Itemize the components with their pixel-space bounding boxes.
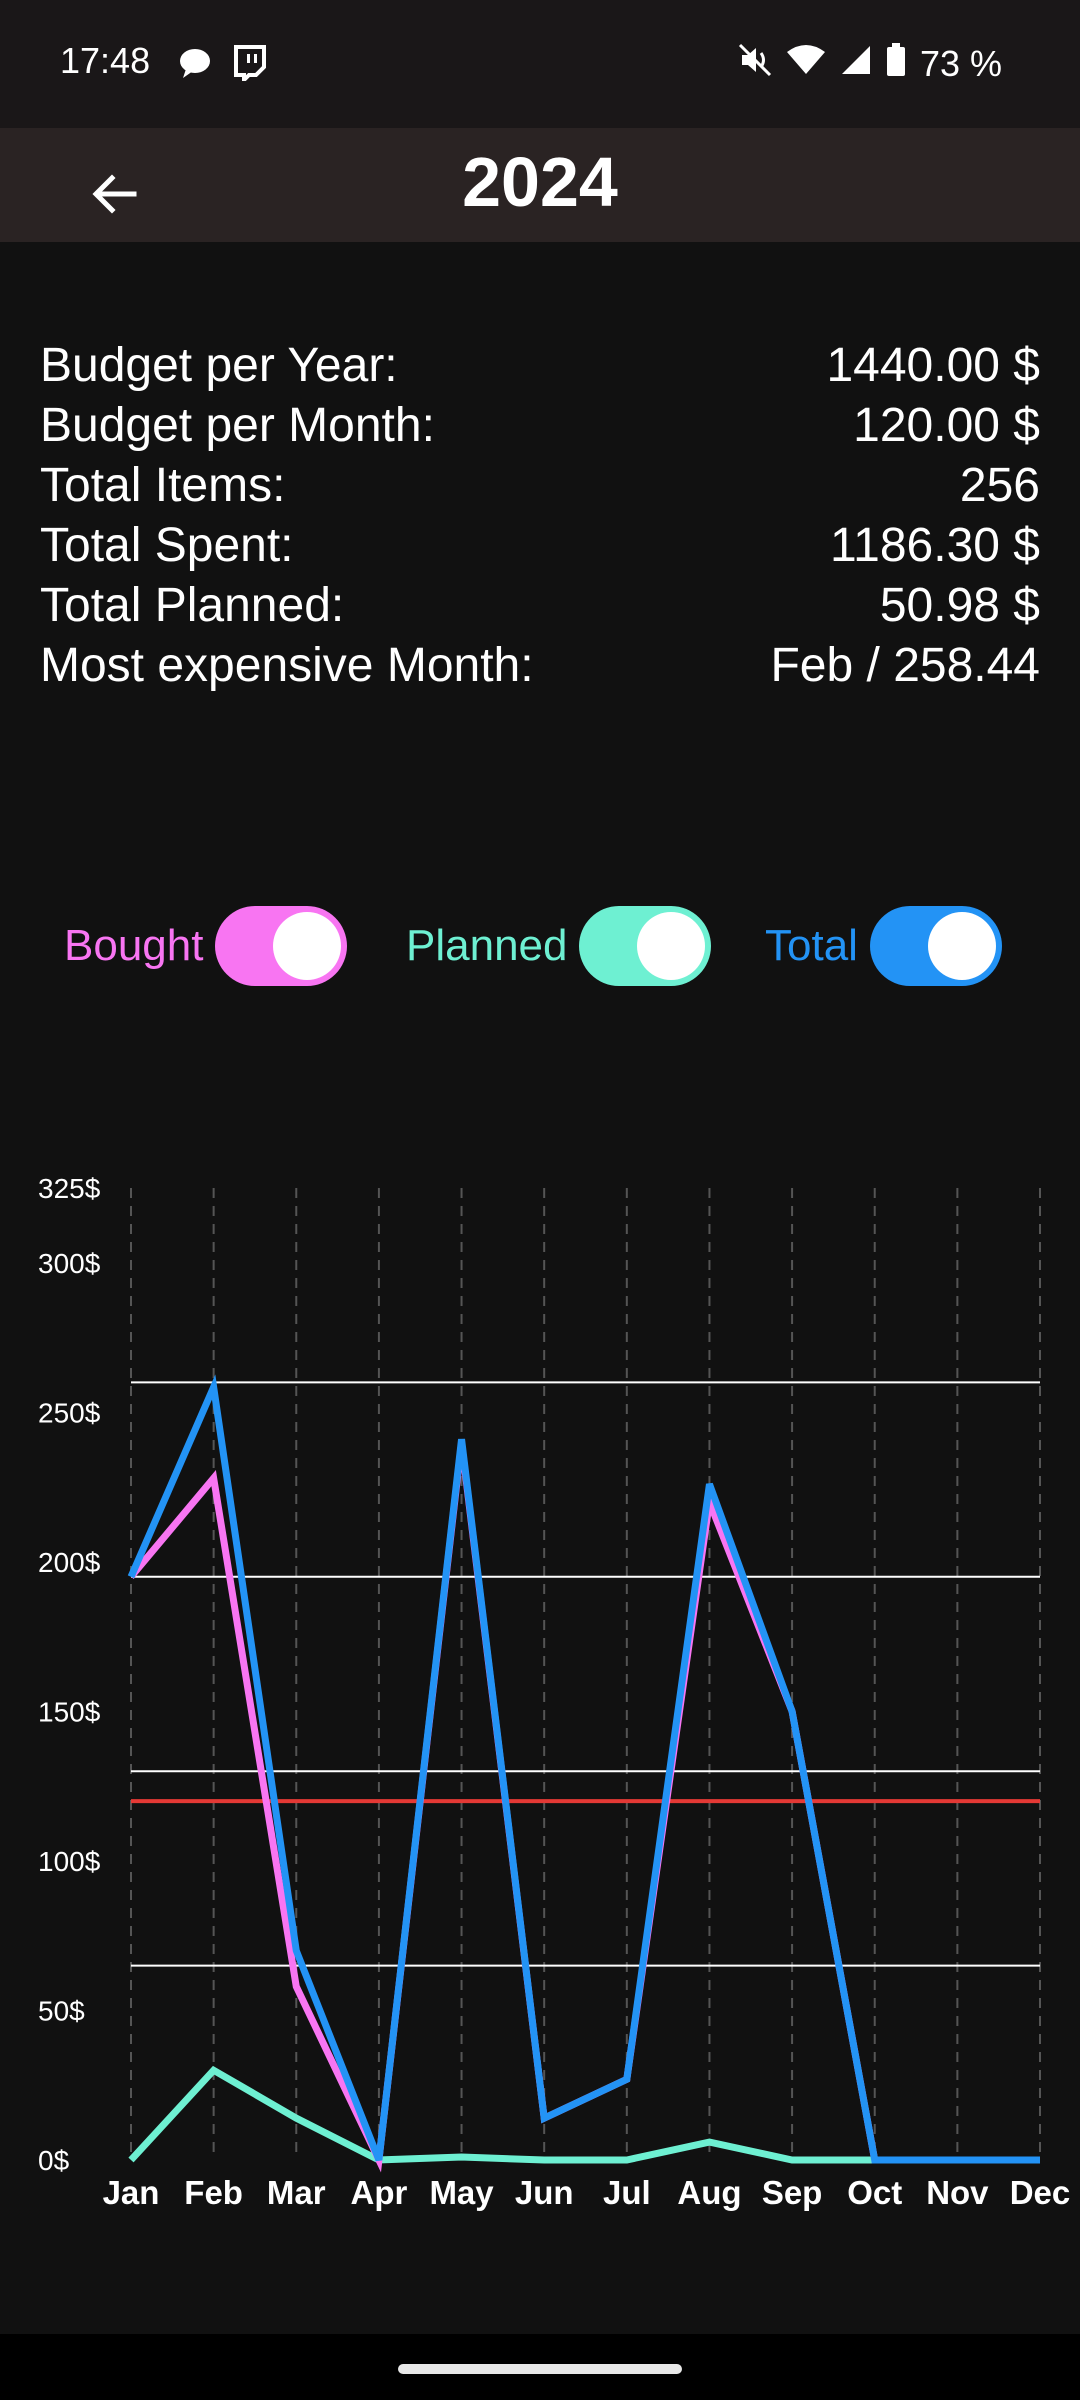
x-tick-label: Aug [677, 2174, 741, 2211]
stat-row-total-planned: Total Planned: 50.98 $ [40, 576, 1040, 636]
wifi-icon [786, 43, 826, 85]
stat-row-budget-year: Budget per Year: 1440.00 $ [40, 336, 1040, 396]
switch-knob [637, 912, 706, 980]
toggle-bought: Bought [64, 898, 348, 994]
gesture-nav-bar [0, 2334, 1080, 2400]
y-tick-label: 325$ [38, 1173, 101, 1204]
stat-label: Most expensive Month: [40, 639, 534, 692]
x-tick-label: Sep [762, 2174, 823, 2211]
toggle-label-planned: Planned [406, 921, 568, 970]
stat-value: 1186.30 $ [830, 519, 1040, 572]
x-tick-label: Nov [926, 2174, 989, 2211]
stat-value: 256 [959, 459, 1040, 512]
y-tick-label: 300$ [38, 1248, 101, 1279]
y-tick-label: 200$ [38, 1547, 101, 1578]
x-tick-label: Jan [103, 2174, 160, 2211]
stats-list: Budget per Year: 1440.00 $ Budget per Mo… [40, 336, 1040, 696]
notification-icons [178, 40, 266, 90]
page-title: 2024 [462, 143, 618, 221]
switch-knob [273, 912, 342, 980]
toggle-label-bought: Bought [64, 921, 204, 970]
y-tick-label: 50$ [38, 1995, 85, 2026]
y-tick-label: 250$ [38, 1397, 101, 1428]
mute-icon [738, 43, 772, 86]
stat-value: 1440.00 $ [826, 339, 1040, 392]
stat-row-total-items: Total Items: 256 [40, 456, 1040, 516]
stat-row-budget-month: Budget per Month: 120.00 $ [40, 396, 1040, 456]
switch-knob [927, 912, 996, 980]
app-bar: 2024 [0, 128, 1080, 242]
chat-bubble-icon [178, 47, 212, 84]
x-tick-label: Oct [847, 2174, 902, 2211]
stat-value: Feb / 258.44 [770, 639, 1040, 692]
home-handle[interactable] [398, 2364, 682, 2374]
battery-icon [886, 42, 906, 86]
y-tick-label: 150$ [38, 1696, 101, 1727]
toggle-label-total: Total [765, 921, 858, 970]
stat-value: 50.98 $ [879, 579, 1040, 632]
switch-planned[interactable] [579, 906, 712, 986]
toggle-planned: Planned [406, 898, 712, 994]
series-planned-line [128, 2065, 1040, 2164]
switch-total[interactable] [869, 906, 1002, 986]
stat-value: 120.00 $ [853, 399, 1040, 452]
x-tick-label: Jul [603, 2174, 651, 2211]
twitch-icon [232, 44, 266, 86]
y-tick-label: 100$ [38, 1846, 101, 1877]
battery-percent: 73 % [919, 43, 1002, 84]
system-icons: 73 % [738, 36, 1002, 92]
spending-chart: 0$ 50$ 100$ 150$ 200$ 250$ 300$ 325$ Jan Feb Mar Ap… [0, 1150, 1080, 2230]
x-tick-label: May [429, 2174, 494, 2211]
stat-row-most-expensive: Most expensive Month: Feb / 258.44 [40, 636, 1040, 696]
signal-icon [840, 43, 872, 85]
series-total-line [127, 1374, 1040, 2164]
status-bar: 17:48 73 % [0, 0, 1080, 128]
switch-bought[interactable] [215, 906, 348, 986]
x-tick-label: Mar [267, 2174, 326, 2211]
stat-label: Total Items: [40, 459, 286, 512]
toggle-total: Total [765, 898, 1002, 994]
x-tick-label: Apr [350, 2174, 407, 2211]
stat-label: Total Spent: [40, 519, 294, 572]
stat-label: Total Planned: [40, 579, 345, 632]
chart-svg: 0$ 50$ 100$ 150$ 200$ 250$ 300$ 325$ Jan Feb Mar Ap… [38, 1173, 1071, 2211]
stat-label: Budget per Year: [40, 339, 398, 392]
y-tick-label: 0$ [38, 2145, 70, 2176]
x-tick-label: Jun [515, 2174, 574, 2211]
series-toggles: Bought Planned Total [0, 898, 1080, 994]
status-time: 17:48 [60, 40, 151, 81]
x-tick-label: Dec [1010, 2174, 1071, 2211]
x-tick-label: Feb [184, 2174, 243, 2211]
stat-row-total-spent: Total Spent: 1186.30 $ [40, 516, 1040, 576]
stat-label: Budget per Month: [40, 399, 435, 452]
